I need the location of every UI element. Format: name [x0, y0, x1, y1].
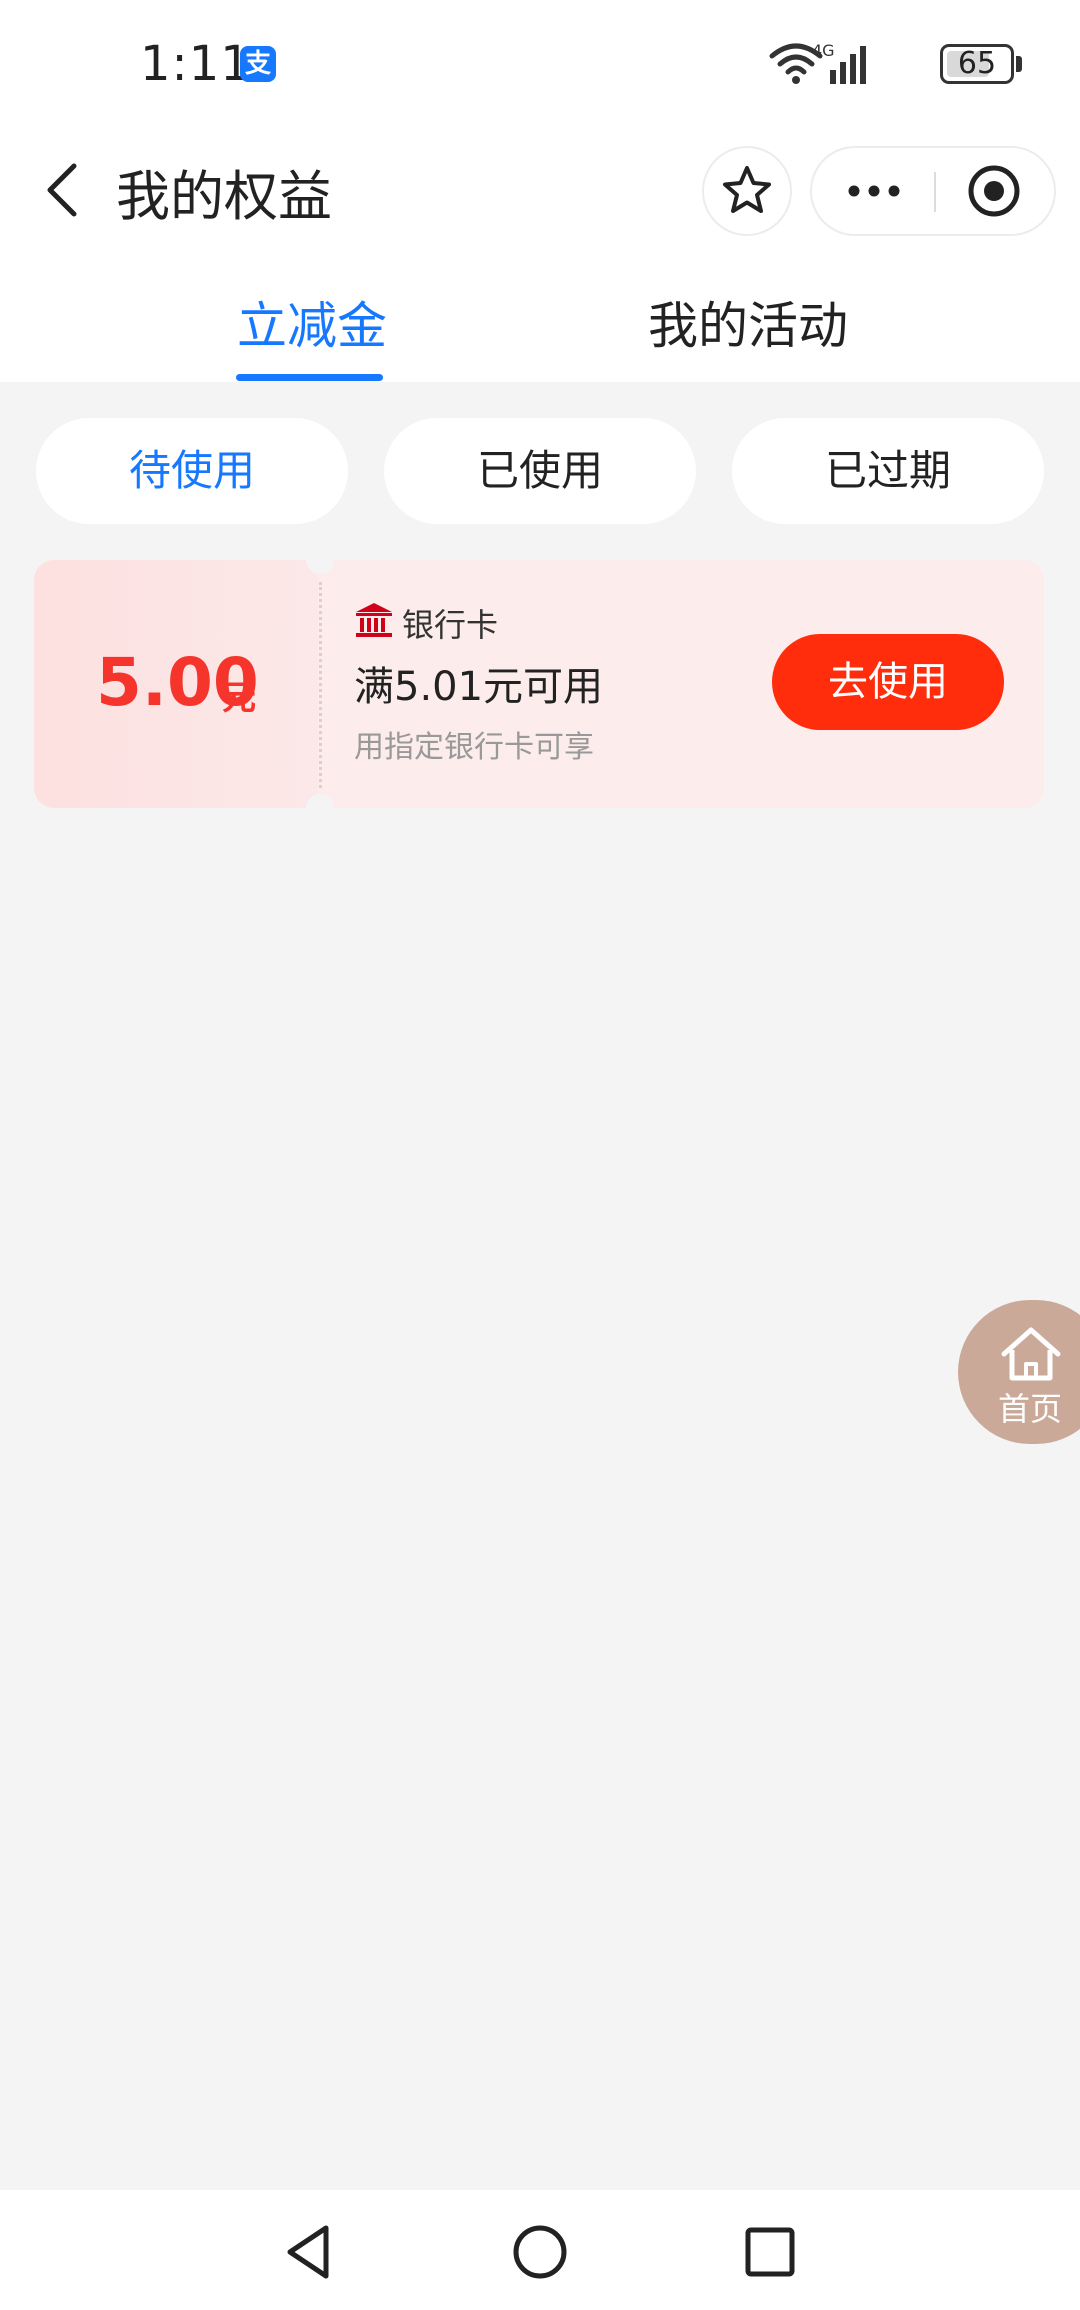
coupon-tag: 银行卡	[402, 606, 499, 644]
star-icon	[723, 166, 771, 213]
battery-level: 65	[957, 46, 997, 81]
signal-icon: 4G	[812, 41, 866, 84]
status-time: 1:11	[140, 36, 252, 92]
tab-underline	[236, 374, 383, 381]
title-bar: 我的权益	[0, 130, 1080, 250]
status-bar: 1:11 支 4G 65	[0, 0, 1080, 130]
home-icon	[1001, 1327, 1061, 1381]
filter-used[interactable]: 已使用	[384, 418, 696, 524]
mini-program-capsule	[810, 146, 1056, 236]
nav-recents-icon[interactable]	[738, 2220, 802, 2284]
nav-back-icon[interactable]	[276, 2220, 340, 2284]
home-float-button[interactable]: 首页	[958, 1300, 1080, 1444]
battery-icon: 65	[940, 44, 1022, 84]
favorite-button[interactable]	[702, 146, 792, 236]
battery-tip	[1016, 56, 1022, 72]
use-coupon-button[interactable]: 去使用	[772, 634, 1004, 730]
filter-unused[interactable]: 待使用	[36, 418, 348, 524]
chevron-left-icon	[47, 163, 77, 217]
network-label: 4G	[812, 41, 835, 60]
coupon-perforation	[319, 582, 322, 788]
tab-bar: 立减金 我的活动	[0, 250, 1080, 382]
nav-home-icon[interactable]	[508, 2220, 572, 2284]
back-button[interactable]	[30, 154, 100, 224]
coupon-description: 用指定银行卡可享	[354, 730, 594, 765]
target-icon	[968, 165, 1020, 217]
tab-instant-discount[interactable]: 立减金	[237, 286, 387, 358]
status-indicators: 4G 65	[722, 40, 1022, 88]
coupon-amount-panel: 5.00 元	[34, 560, 318, 808]
bank-icon	[356, 603, 392, 637]
system-nav-bar	[0, 2190, 1080, 2310]
home-label: 首页	[998, 1390, 1063, 1428]
more-dots-icon	[848, 185, 900, 197]
more-button[interactable]	[812, 148, 934, 234]
page-title: 我的权益	[116, 165, 332, 228]
coupon-unit: 元	[222, 678, 256, 718]
close-button[interactable]	[936, 148, 1056, 234]
coupon-condition: 满5.01元可用	[354, 664, 604, 710]
coupon-card: 5.00 元 银行卡 满5.01元可用 用指定银行卡可享 去使用	[34, 560, 1044, 808]
tab-my-activities[interactable]: 我的活动	[648, 286, 848, 358]
page: 1:11 支 4G 65 我的权益 立减金 我的活动 待使用 已使用 已过期 5…	[0, 0, 1080, 2310]
alipay-icon: 支	[240, 46, 276, 82]
filter-expired[interactable]: 已过期	[732, 418, 1044, 524]
